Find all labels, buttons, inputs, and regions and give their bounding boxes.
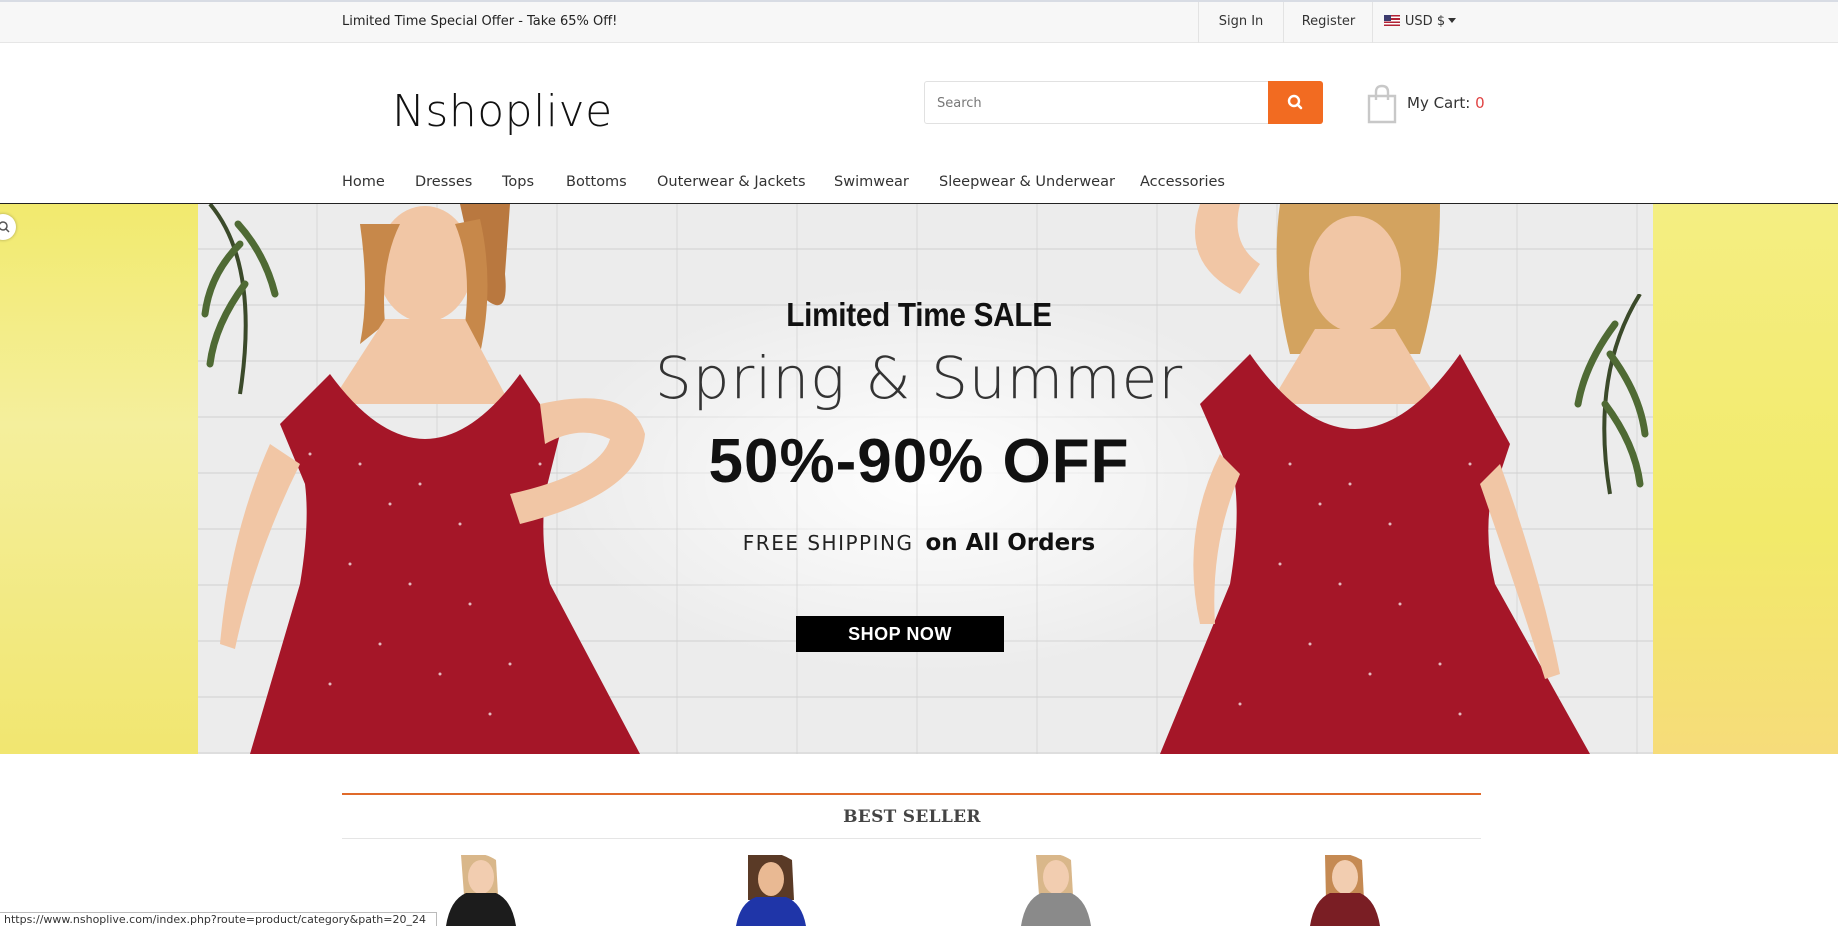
main-nav: Home Dresses Tops Bottoms Outerwear & Ja… — [0, 160, 1838, 204]
site-logo[interactable]: Nshoplive — [392, 86, 613, 137]
search-input[interactable] — [935, 82, 1264, 125]
cart-count: 0 — [1475, 94, 1485, 112]
chevron-down-icon — [1448, 18, 1457, 23]
banner-shipping: FREE SHIPPING on All Orders — [0, 530, 1838, 556]
all-orders-text: on All Orders — [925, 530, 1096, 556]
banner-discount: 50%-90% OFF — [708, 427, 1130, 496]
sign-in-link[interactable]: Sign In — [1198, 2, 1283, 43]
shopping-bag-icon — [1367, 84, 1397, 124]
best-seller-accent-line — [342, 793, 1481, 795]
best-seller-divider — [342, 838, 1481, 839]
register-link[interactable]: Register — [1283, 2, 1373, 43]
product-card[interactable] — [1011, 855, 1101, 926]
nav-item-swimwear[interactable]: Swimwear — [834, 174, 909, 190]
cart-label: My Cart: 0 — [1407, 94, 1485, 112]
product-card[interactable] — [726, 855, 816, 926]
product-garment — [1021, 893, 1091, 926]
product-card[interactable] — [1300, 855, 1390, 926]
search-button[interactable] — [1268, 81, 1323, 124]
promo-text: Limited Time Special Offer - Take 65% Of… — [342, 14, 618, 29]
search-icon — [1287, 94, 1303, 110]
product-image — [1310, 855, 1380, 926]
product-garment — [736, 897, 806, 926]
best-seller-title: BEST SELLER — [843, 807, 981, 827]
banner-title: Limited Time SALE — [786, 296, 1052, 333]
search-box — [924, 81, 1322, 125]
magnifier-icon — [0, 221, 10, 233]
hero-banner[interactable]: Limited Time SALE Spring & Summer 50%-90… — [0, 204, 1838, 754]
currency-label: USD $ — [1404, 14, 1446, 29]
zoom-button[interactable] — [0, 214, 16, 240]
nav-item-sleepwear-underwear[interactable]: Sleepwear & Underwear — [939, 174, 1115, 190]
product-image — [446, 855, 516, 926]
nav-item-accessories[interactable]: Accessories — [1140, 174, 1225, 190]
product-garment — [446, 893, 516, 926]
currency-selector[interactable]: USD $ — [1372, 2, 1467, 43]
free-shipping-text: FREE SHIPPING — [742, 531, 914, 555]
product-image — [736, 855, 806, 926]
status-bar-url: https://www.nshoplive.com/index.php?rout… — [0, 912, 437, 926]
banner-subtitle: Spring & Summer — [654, 344, 1184, 412]
product-image — [1021, 855, 1091, 926]
nav-item-home[interactable]: Home — [342, 174, 385, 190]
product-card[interactable] — [436, 855, 526, 926]
nav-item-bottoms[interactable]: Bottoms — [566, 174, 627, 190]
nav-item-dresses[interactable]: Dresses — [415, 174, 472, 190]
top-bar: Limited Time Special Offer - Take 65% Of… — [0, 0, 1838, 43]
us-flag-icon — [1383, 15, 1400, 26]
nav-item-tops[interactable]: Tops — [502, 174, 534, 190]
nav-item-outerwear-jackets[interactable]: Outerwear & Jackets — [657, 174, 806, 190]
shop-now-button[interactable]: SHOP NOW — [796, 616, 1004, 652]
product-garment — [1310, 893, 1380, 926]
